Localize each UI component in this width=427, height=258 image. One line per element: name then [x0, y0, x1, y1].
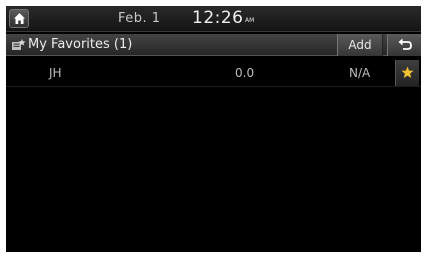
favorite-name: JH	[49, 66, 62, 80]
favorite-status: N/A	[349, 66, 371, 80]
status-bar: Feb. 1 12:26 AM	[6, 6, 421, 32]
date-display: Feb. 1	[118, 11, 161, 26]
back-arrow-icon	[398, 38, 412, 50]
screen: Feb. 1 12:26 AM My Favorites (1) Add JH …	[6, 6, 421, 252]
favorites-icon	[12, 39, 26, 50]
list-item[interactable]: JH 0.0 N/A	[6, 59, 421, 87]
add-button[interactable]: Add	[337, 34, 383, 56]
back-button[interactable]	[387, 34, 421, 56]
star-icon	[401, 66, 414, 78]
ampm-indicator: AM	[245, 17, 255, 24]
home-icon	[14, 13, 25, 24]
home-button[interactable]	[9, 9, 29, 28]
favorite-star-button[interactable]	[395, 60, 419, 86]
favorite-distance: 0.0	[235, 66, 255, 80]
time-display: 12:26	[192, 8, 244, 28]
page-title: My Favorites (1)	[28, 37, 133, 52]
title-bar: My Favorites (1) Add	[6, 34, 421, 56]
